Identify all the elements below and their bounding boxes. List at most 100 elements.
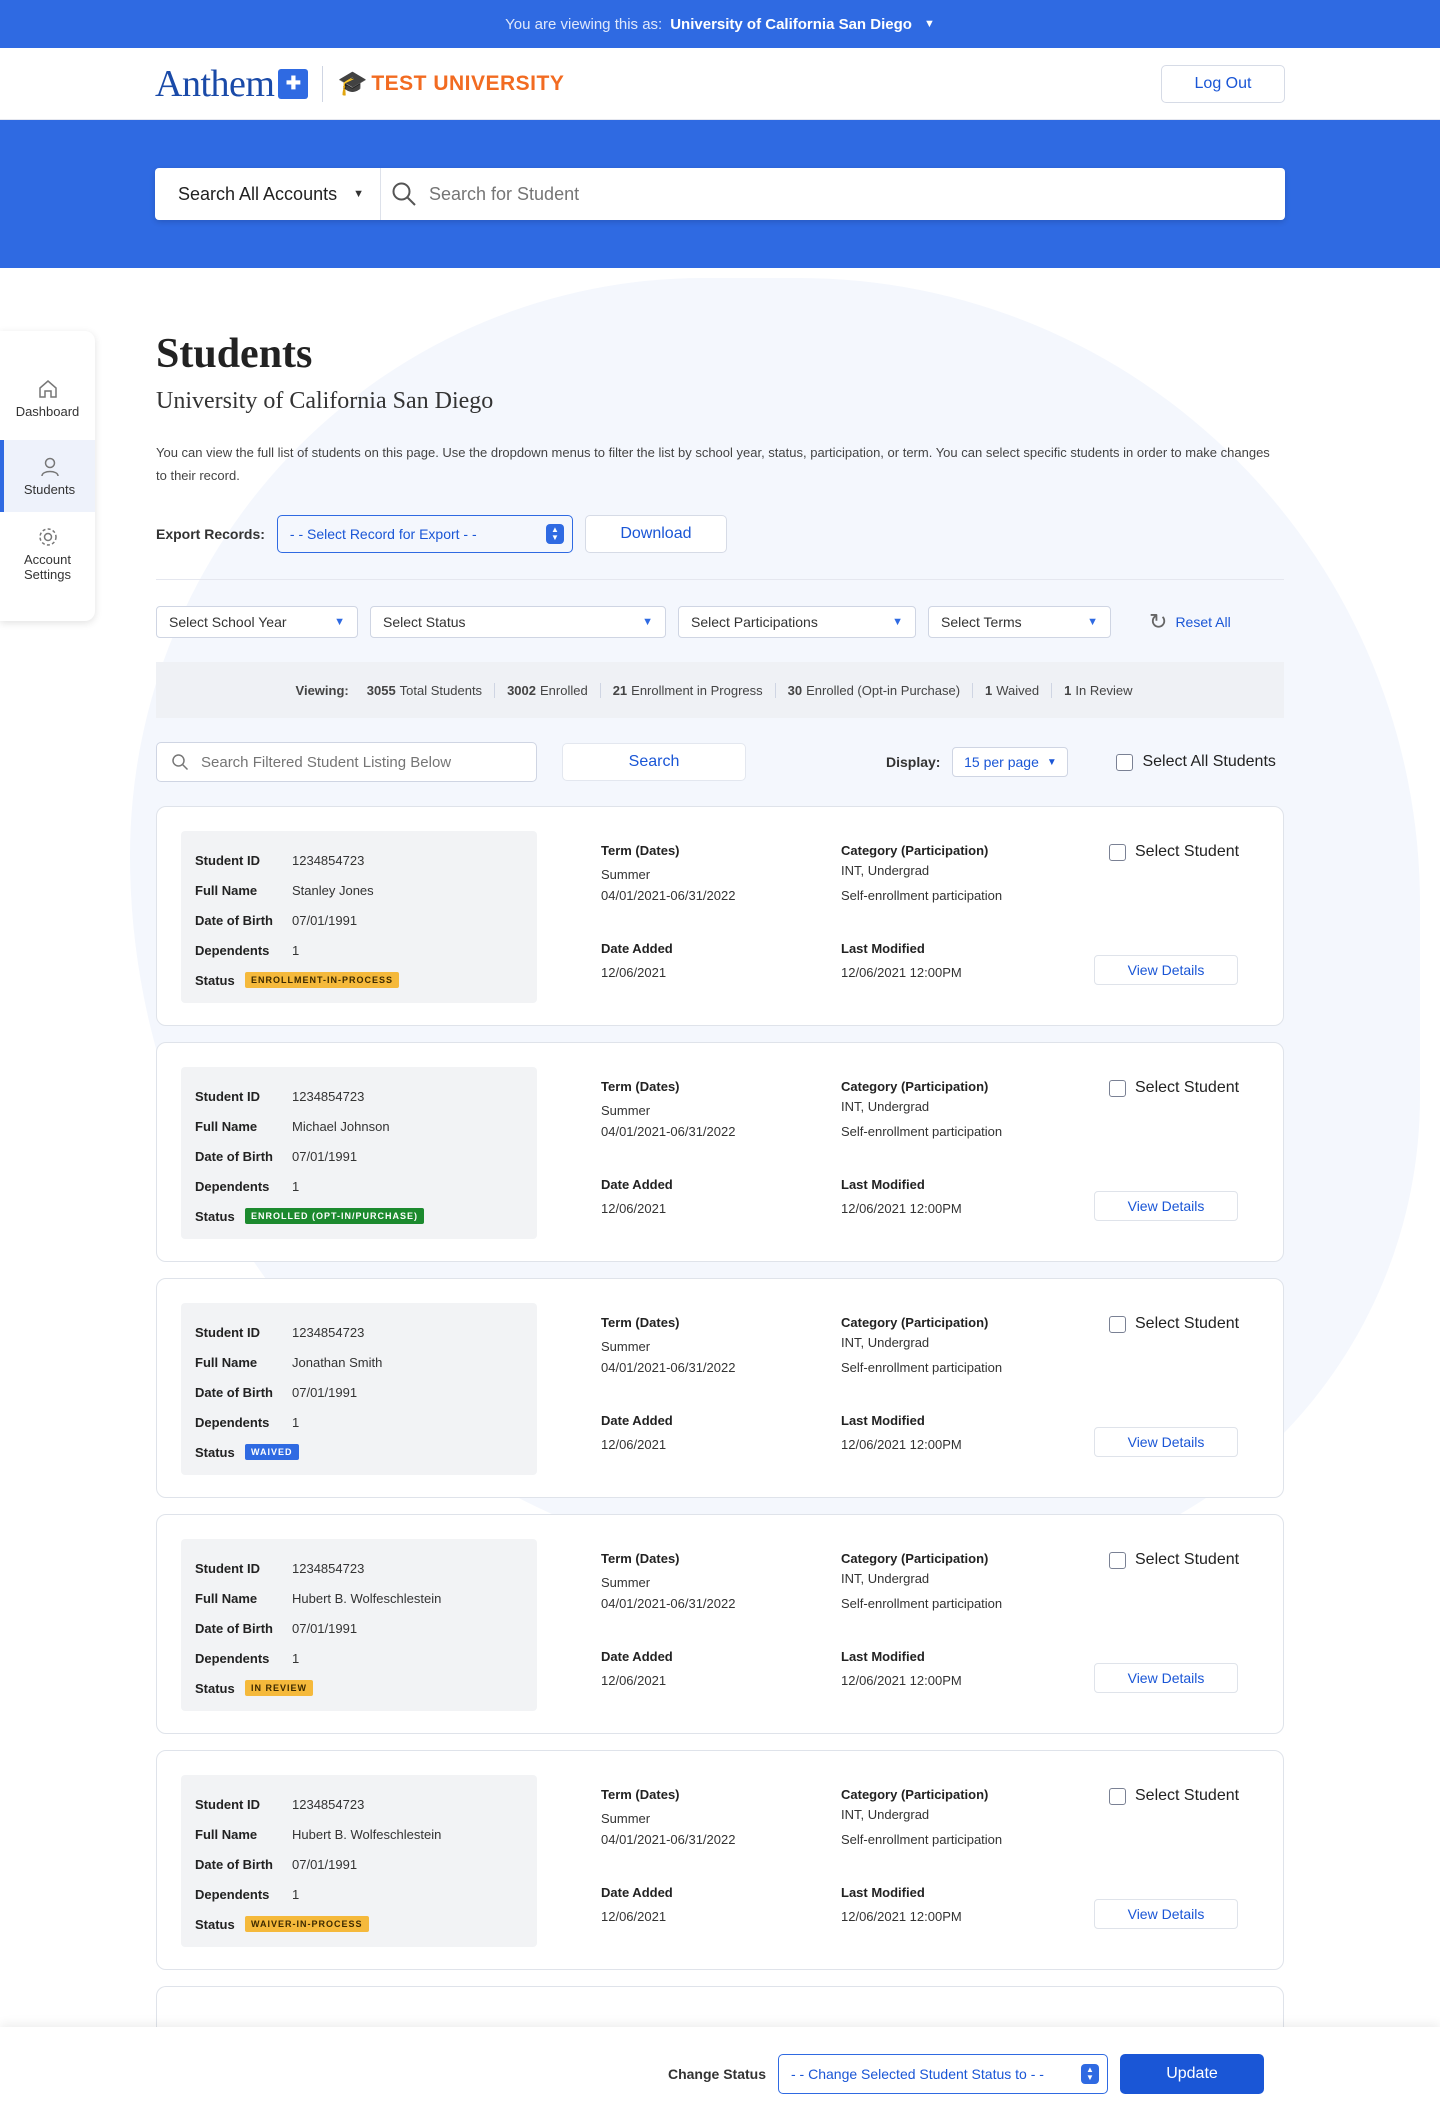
logout-button[interactable]: Log Out <box>1161 64 1285 103</box>
view-details-button[interactable]: View Details <box>1094 955 1238 985</box>
select-student[interactable]: Select Student <box>1109 1079 1239 1097</box>
select-student-label: Select Student <box>1135 1079 1240 1096</box>
change-status-select[interactable]: - - Change Selected Student Status to - … <box>778 2054 1108 2094</box>
category-column: Category (Participation) INT, Undergrad … <box>841 1551 1002 1614</box>
student-id-value: 1234854723 <box>292 1088 365 1104</box>
account-scope-dropdown[interactable]: Search All Accounts ▼ <box>155 168 381 220</box>
info-row-status: Status WAIVER-IN-PROCESS <box>195 1909 537 1939</box>
category-value: INT, Undergrad <box>841 863 930 878</box>
select-student[interactable]: Select Student <box>1109 1315 1239 1333</box>
field-label: Dependents <box>195 1886 270 1902</box>
term-dates-value: 04/01/2021-06/31/2022 <box>601 1596 736 1611</box>
date-added-column: Date Added 12/06/2021 <box>601 1885 673 1927</box>
date-added-heading: Date Added <box>601 1885 673 1900</box>
account-scope-label: Search All Accounts <box>178 183 338 204</box>
category-column: Category (Participation) INT, Undergrad … <box>841 1079 1002 1142</box>
caret-down-icon: ▼ <box>642 616 653 628</box>
change-status-footer: Change Status - - Change Selected Studen… <box>0 2027 1440 2121</box>
select-student-checkbox[interactable] <box>1109 1787 1126 1805</box>
sidebar-item-account-settings[interactable]: Account Settings <box>0 518 95 590</box>
select-student-checkbox[interactable] <box>1109 843 1126 861</box>
stat-text: Enrollment in Progress <box>631 682 763 698</box>
download-button[interactable]: Download <box>584 515 727 553</box>
stat-text: Enrolled (Opt-in Purchase) <box>806 682 961 698</box>
student-search-field[interactable] <box>381 181 1285 207</box>
update-button[interactable]: Update <box>1120 2054 1264 2094</box>
sidebar-item-students[interactable]: Students <box>0 440 95 512</box>
category-value: INT, Undergrad <box>841 1807 930 1822</box>
status-label: Select Status <box>383 614 466 630</box>
category-heading: Category (Participation) <box>841 1787 989 1802</box>
student-card: Student ID 1234854723 Full Name Hubert B. … <box>156 1514 1284 1734</box>
full-name-value: Michael Johnson <box>292 1118 390 1134</box>
view-details-button[interactable]: View Details <box>1094 1191 1238 1221</box>
field-label: Full Name <box>195 882 258 898</box>
dob-value: 07/01/1991 <box>292 1856 358 1872</box>
select-student-checkbox[interactable] <box>1109 1315 1126 1333</box>
status-select[interactable]: Select Status ▼ <box>370 606 666 638</box>
select-student-checkbox[interactable] <box>1109 1079 1126 1097</box>
participation-select[interactable]: Select Participations ▼ <box>678 606 916 638</box>
category-column: Category (Participation) INT, Undergrad … <box>841 1315 1002 1378</box>
participation-value: Self-enrollment participation <box>841 1124 1003 1139</box>
term-value: Summer <box>601 1575 651 1590</box>
caret-down-icon: ▼ <box>892 616 903 628</box>
info-row-status: Status ENROLLMENT-IN-PROCESS <box>195 965 537 995</box>
reset-all-button[interactable]: ↻ Reset All <box>1149 609 1231 635</box>
category-heading: Category (Participation) <box>841 1551 989 1566</box>
listing-search-field[interactable] <box>156 742 537 782</box>
select-student-label: Select Student <box>1135 1315 1240 1332</box>
stat-enrolled: 3002 Enrolled <box>494 682 600 698</box>
view-details-button[interactable]: View Details <box>1094 1663 1238 1693</box>
select-student-checkbox[interactable] <box>1109 1551 1126 1569</box>
school-year-select[interactable]: Select School Year ▼ <box>156 606 358 638</box>
caret-down-icon[interactable]: ▼ <box>924 18 935 30</box>
term-dates-value: 04/01/2021-06/31/2022 <box>601 1360 736 1375</box>
field-label: Dependents <box>195 1178 270 1194</box>
view-details-button[interactable]: View Details <box>1094 1427 1238 1457</box>
stat-number: 1 <box>1064 682 1072 698</box>
info-row-status: Status WAIVED <box>195 1437 537 1467</box>
student-id-value: 1234854723 <box>292 1796 365 1812</box>
select-all-students[interactable]: Select All Students <box>1116 753 1276 771</box>
select-student-label: Select Student <box>1135 1787 1240 1804</box>
term-value: Summer <box>601 867 651 882</box>
date-added-value: 12/06/2021 <box>601 1201 667 1216</box>
sidebar-item-dashboard[interactable]: Dashboard <box>0 362 95 434</box>
filter-row: Select School Year ▼ Select Status ▼ Selec… <box>156 606 1284 638</box>
global-search-bar: Search All Accounts ▼ <box>155 168 1285 220</box>
view-details-button[interactable]: View Details <box>1094 1899 1238 1929</box>
category-value: INT, Undergrad <box>841 1099 930 1114</box>
select-student[interactable]: Select Student <box>1109 1551 1239 1569</box>
student-search-input[interactable] <box>429 183 1029 205</box>
select-all-checkbox[interactable] <box>1116 753 1134 771</box>
search-button[interactable]: Search <box>562 743 746 781</box>
term-heading: Term (Dates) <box>601 843 680 858</box>
viewing-as-org[interactable]: University of California San Diego <box>670 16 912 33</box>
select-student[interactable]: Select Student <box>1109 843 1239 861</box>
last-modified-value: 12/06/2021 12:00PM <box>841 1909 962 1924</box>
field-label: Date of Birth <box>195 1384 273 1400</box>
listing-search-input[interactable] <box>201 753 501 771</box>
info-row-student-id: Student ID 1234854723 <box>195 1317 537 1347</box>
student-info-box: Student ID 1234854723 Full Name Hubert B. … <box>181 1775 537 1947</box>
category-value: INT, Undergrad <box>841 1571 930 1586</box>
full-name-value: Jonathan Smith <box>292 1354 383 1370</box>
section-divider <box>156 579 1284 580</box>
full-name-value: Hubert B. Wolfeschlestein <box>292 1590 442 1606</box>
sidebar-item-label: Dashboard <box>15 403 80 419</box>
field-label: Student ID <box>195 1560 260 1576</box>
info-row-dependents: Dependents 1 <box>195 1407 537 1437</box>
viewing-as-bar[interactable]: You are viewing this as: University of C… <box>0 0 1440 48</box>
field-label: Date of Birth <box>195 912 273 928</box>
per-page-select[interactable]: 15 per page ▼ <box>952 747 1069 777</box>
student-card: Student ID 1234854723 Full Name Jonathan S… <box>156 1278 1284 1498</box>
terms-select[interactable]: Select Terms ▼ <box>928 606 1111 638</box>
info-row-dob: Date of Birth 07/01/1991 <box>195 905 537 935</box>
last-modified-column: Last Modified 12/06/2021 12:00PM <box>841 1413 962 1455</box>
date-added-value: 12/06/2021 <box>601 965 667 980</box>
info-row-dependents: Dependents 1 <box>195 1171 537 1201</box>
select-student[interactable]: Select Student <box>1109 1787 1239 1805</box>
participation-value: Self-enrollment participation <box>841 1360 1003 1375</box>
export-record-select[interactable]: - - Select Record for Export - - ▲ ▼ <box>276 515 573 553</box>
